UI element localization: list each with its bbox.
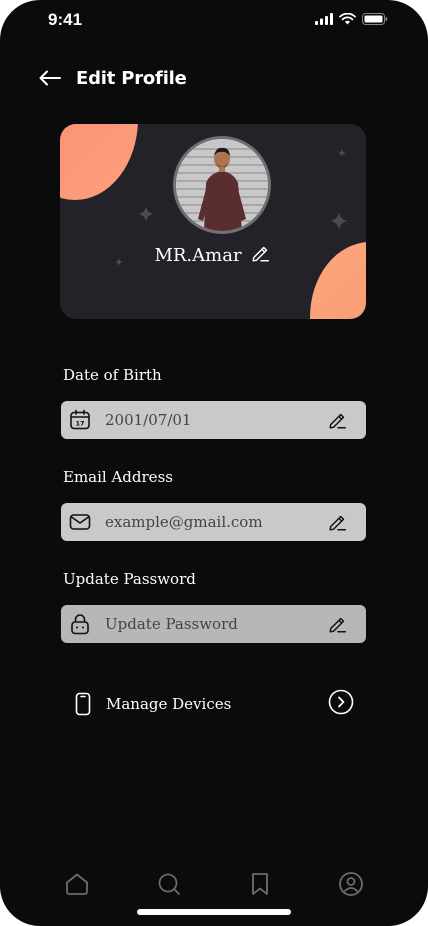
email-label: Email Address [63,468,173,486]
pencil-icon [252,246,269,262]
status-icons [315,13,388,25]
dob-field[interactable]: 17 2001/07/01 [61,401,366,439]
phone-device-icon [72,691,94,717]
profile-name: MR.Amar [154,245,242,266]
profile-name-row: MR.Amar [60,242,366,269]
nav-profile[interactable] [337,870,365,898]
edit-email-button[interactable] [326,510,350,534]
status-time: 9:41 [48,10,83,29]
search-icon [158,873,180,895]
home-icon [66,873,88,895]
sparkle-icon [138,206,154,222]
svg-text:17: 17 [75,420,84,428]
password-field[interactable]: Update Password [61,605,366,643]
profile-icon [339,872,363,896]
calendar-icon: 17 [69,409,91,431]
arrow-left-icon [39,70,61,86]
avatar[interactable] [173,136,271,234]
bottom-nav [0,870,428,910]
manage-devices-row[interactable]: Manage Devices [72,688,354,720]
bookmark-icon [252,873,268,895]
email-value: example@gmail.com [105,513,263,531]
password-value: Update Password [105,615,238,633]
avatar-photo [176,139,268,231]
dob-label: Date of Birth [63,366,162,384]
wifi-icon [339,13,356,25]
nav-home[interactable] [63,870,91,898]
email-field[interactable]: example@gmail.com [61,503,366,541]
back-button[interactable] [38,66,62,90]
phone-screen: 9:41 Edit Profile MR.Amar Date of Birth … [0,0,428,926]
page-title: Edit Profile [76,67,187,89]
battery-icon [362,13,388,25]
chevron-right-circle-icon [328,689,354,715]
edit-password-button[interactable] [326,612,350,636]
mail-icon [69,511,91,533]
status-bar: 9:41 [0,0,428,44]
manage-devices-chevron-button[interactable] [328,689,354,719]
pencil-icon [329,617,347,633]
pencil-icon [329,515,347,531]
pencil-icon [329,413,347,429]
page-header: Edit Profile [38,64,187,92]
edit-name-button[interactable] [250,242,272,269]
dob-value: 2001/07/01 [105,411,192,429]
lock-icon [69,613,91,635]
manage-devices-label: Manage Devices [106,695,232,713]
sparkle-icon [330,212,348,230]
edit-dob-button[interactable] [326,408,350,432]
nav-bookmark[interactable] [246,870,274,898]
profile-card: MR.Amar [60,124,366,319]
sparkle-icon [338,149,346,157]
home-indicator[interactable] [137,909,291,915]
password-label: Update Password [63,570,196,588]
signal-icon [315,13,333,25]
decorative-blob-top [60,124,138,200]
nav-search[interactable] [155,870,183,898]
